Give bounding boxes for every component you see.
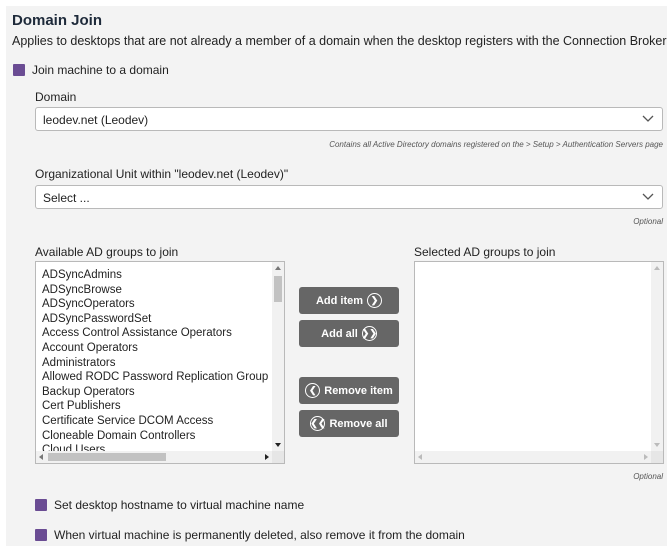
remove-on-delete-label: When virtual machine is permanently dele…	[54, 528, 465, 542]
remove-item-button[interactable]: ❮ Remove item	[299, 377, 399, 404]
ou-select-value: Select ...	[43, 191, 90, 205]
ou-hint: Optional	[633, 217, 663, 226]
join-domain-checkbox[interactable]	[13, 64, 25, 76]
list-item[interactable]: ADSyncAdmins	[42, 268, 268, 283]
list-item[interactable]: Access Control Assistance Operators	[42, 326, 268, 341]
join-domain-label: Join machine to a domain	[32, 63, 169, 77]
chevron-down-icon	[642, 115, 654, 122]
available-groups-list[interactable]: ADSyncAdmins ADSyncBrowse ADSyncOperators A…	[35, 261, 285, 464]
list-item[interactable]: Cert Publishers	[42, 399, 268, 414]
scroll-up-arrow-icon[interactable]	[654, 266, 660, 270]
domain-label: Domain	[35, 90, 77, 104]
available-groups-label: Available AD groups to join	[35, 245, 179, 259]
hostname-label: Set desktop hostname to virtual machine …	[54, 498, 305, 512]
add-item-button[interactable]: Add item ❯	[299, 287, 399, 314]
remove-on-delete-checkbox[interactable]	[35, 529, 47, 541]
domain-hint: Contains all Active Directory domains re…	[329, 140, 663, 149]
list-item[interactable]: Account Operators	[42, 341, 268, 356]
list-item[interactable]: Backup Operators	[42, 385, 268, 400]
list-item[interactable]: ADSyncOperators	[42, 297, 268, 312]
scroll-down-arrow-icon[interactable]	[654, 443, 660, 447]
horizontal-scrollbar[interactable]	[36, 451, 272, 463]
selected-groups-hint: Optional	[633, 472, 663, 481]
scroll-left-arrow-icon[interactable]	[418, 454, 422, 460]
domain-select-value: leodev.net (Leodev)	[43, 113, 149, 127]
ou-select[interactable]: Select ...	[35, 185, 663, 209]
chevron-left-icon: ❮	[305, 383, 321, 398]
list-item[interactable]: ADSyncPasswordSet	[42, 312, 268, 327]
section-description: Applies to desktops that are not already…	[12, 34, 667, 48]
vertical-scrollbar[interactable]	[651, 262, 663, 451]
scroll-corner	[272, 451, 284, 463]
list-item[interactable]: Administrators	[42, 356, 268, 371]
selected-groups-label: Selected AD groups to join	[414, 245, 556, 259]
section-title: Domain Join	[12, 12, 103, 29]
list-item[interactable]: Certificate Service DCOM Access	[42, 414, 268, 429]
scroll-up-arrow-icon[interactable]	[275, 266, 281, 270]
add-item-label: Add item	[315, 294, 364, 307]
chevron-right-icon: ❯	[367, 293, 383, 308]
scroll-left-arrow-icon[interactable]	[39, 454, 43, 460]
scroll-down-arrow-icon[interactable]	[275, 443, 281, 447]
chevron-down-icon	[642, 193, 654, 200]
selected-groups-list[interactable]	[414, 261, 664, 464]
scroll-corner	[651, 451, 663, 463]
add-all-label: Add all	[321, 327, 358, 340]
available-groups-items: ADSyncAdmins ADSyncBrowse ADSyncOperators A…	[42, 268, 268, 458]
scroll-right-arrow-icon[interactable]	[265, 454, 269, 460]
list-item[interactable]: Allowed RODC Password Replication Group	[42, 370, 268, 385]
scroll-thumb[interactable]	[48, 453, 166, 461]
double-chevron-right-icon: ❯❯	[362, 326, 377, 341]
horizontal-scrollbar[interactable]	[415, 451, 651, 463]
double-chevron-left-icon: ❮❮	[310, 416, 326, 431]
remove-item-label: Remove item	[324, 384, 393, 397]
scroll-right-arrow-icon[interactable]	[644, 454, 648, 460]
vertical-scrollbar[interactable]	[272, 262, 284, 451]
list-item[interactable]: Cloneable Domain Controllers	[42, 429, 268, 444]
hostname-checkbox[interactable]	[35, 499, 47, 511]
remove-all-button[interactable]: ❮❮ Remove all	[299, 410, 399, 437]
remove-all-label: Remove all	[329, 417, 388, 430]
scroll-thumb[interactable]	[274, 276, 282, 302]
add-all-button[interactable]: Add all ❯❯	[299, 320, 399, 347]
list-item[interactable]: ADSyncBrowse	[42, 283, 268, 298]
ou-label: Organizational Unit within "leodev.net (…	[35, 167, 289, 181]
domain-select[interactable]: leodev.net (Leodev)	[35, 107, 663, 131]
